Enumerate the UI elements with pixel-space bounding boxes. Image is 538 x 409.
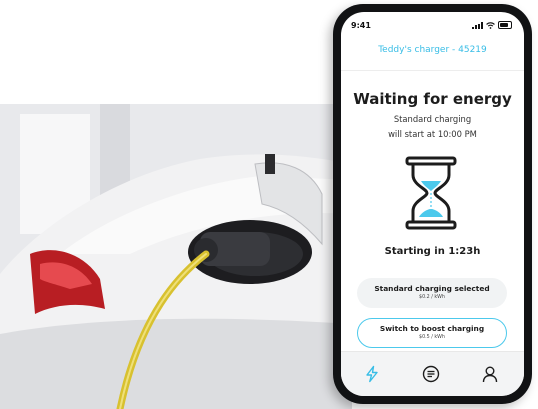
lightning-icon[interactable] — [363, 365, 381, 383]
charger-title[interactable]: Teddy's charger - 45219 — [341, 45, 524, 55]
phone-device: 9:41 Teddy's charger - 45219 Waiting for… — [333, 4, 532, 404]
bottom-tab-bar — [341, 351, 524, 396]
status-line-2: will start at 10:00 PM — [388, 129, 477, 139]
status-bar: 9:41 — [341, 12, 524, 34]
phone-screen: 9:41 Teddy's charger - 45219 Waiting for… — [341, 12, 524, 396]
status-line-1: Standard charging — [393, 114, 472, 124]
option-label: Switch to boost charging — [379, 324, 485, 333]
header-divider — [341, 70, 524, 71]
battery-icon — [498, 21, 512, 29]
option-price: $0.5 / kWh — [419, 335, 445, 340]
countdown-label: Starting in 1:23h — [384, 246, 481, 257]
option-price: $0.2 / kWh — [419, 295, 445, 300]
wifi-icon — [486, 21, 495, 29]
charging-status-title: Waiting for energy — [353, 90, 512, 108]
user-icon[interactable] — [481, 365, 499, 383]
boost-charging-button[interactable]: Switch to boost charging $0.5 / kWh — [357, 318, 507, 348]
option-label: Standard charging selected — [374, 284, 490, 293]
standard-charging-option[interactable]: Standard charging selected $0.2 / kWh — [357, 278, 507, 308]
hourglass-icon — [405, 156, 457, 230]
status-icons — [472, 21, 512, 29]
charging-status-subtitle: Standard charging will start at 10:00 PM — [341, 112, 524, 142]
status-time: 9:41 — [351, 21, 371, 30]
ev-charging-photo — [0, 104, 352, 409]
list-icon[interactable] — [422, 365, 440, 383]
signal-icon — [472, 21, 483, 29]
